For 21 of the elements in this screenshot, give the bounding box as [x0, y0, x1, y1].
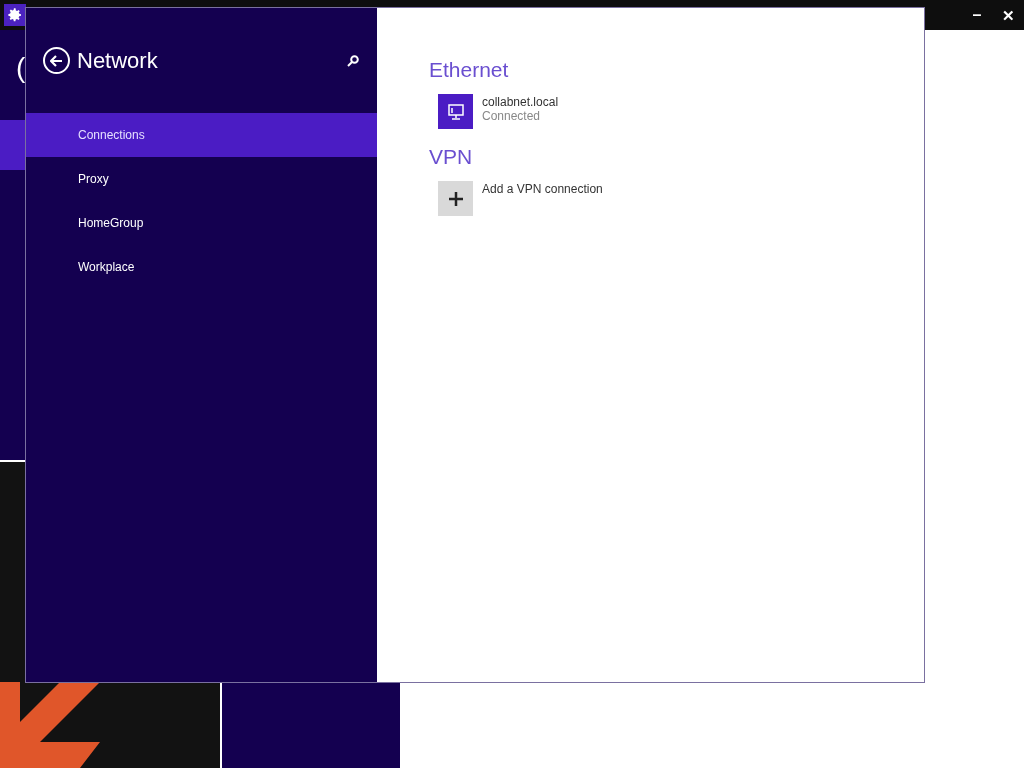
nav-item[interactable]: HomeGroup	[26, 201, 377, 245]
title-fragment: (	[16, 54, 26, 82]
item-status: Connected	[482, 109, 542, 123]
minimize-button[interactable]: –	[962, 4, 992, 26]
back-button[interactable]	[43, 47, 70, 74]
nav-item[interactable]: Connections	[26, 113, 377, 157]
settings-icon[interactable]	[4, 4, 26, 26]
plus-icon	[447, 190, 464, 207]
section-heading: Ethernet	[429, 57, 510, 83]
item-name: collabnet.local	[482, 95, 559, 109]
network-tile[interactable]	[438, 94, 473, 129]
monitor-icon	[446, 103, 465, 120]
item-name: Add a VPN connection	[482, 182, 603, 196]
back-arrow-icon	[50, 54, 63, 67]
section-heading: VPN	[429, 144, 474, 170]
search-icon[interactable]	[347, 54, 359, 67]
add-button[interactable]	[438, 181, 473, 216]
nav-item[interactable]: Proxy	[26, 157, 377, 201]
close-button[interactable]: ✕	[994, 4, 1022, 26]
nav-item[interactable]: Workplace	[26, 245, 377, 289]
page-title: Network	[77, 47, 159, 75]
